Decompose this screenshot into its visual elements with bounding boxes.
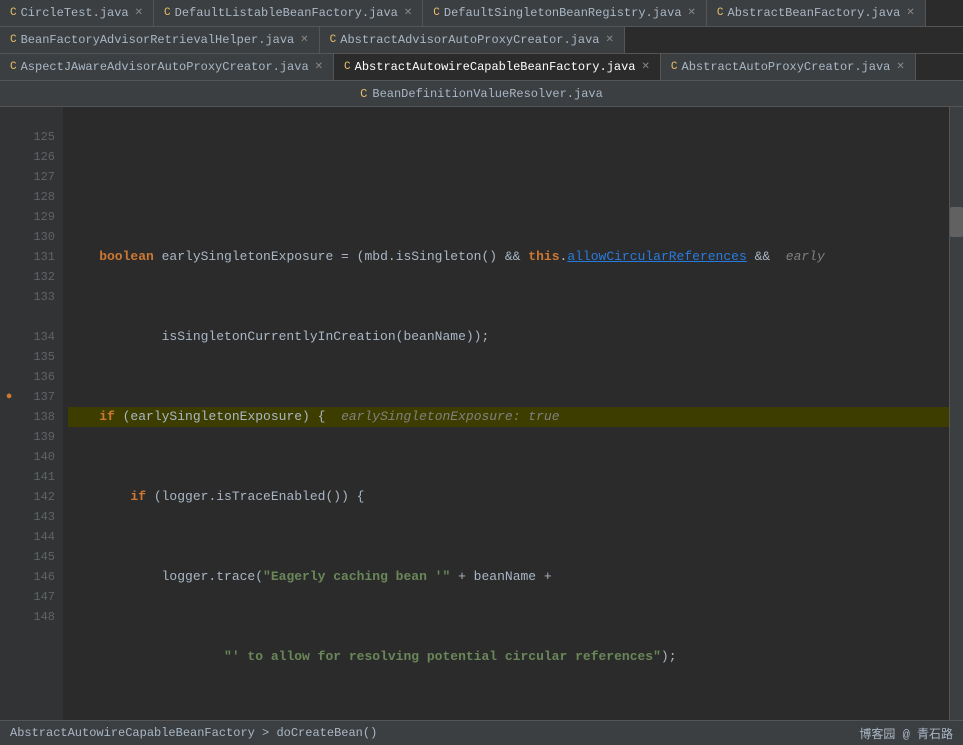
status-method: doCreateBean()	[276, 726, 377, 740]
tab-row-3: C AspectJAwareAdvisorAutoProxyCreator.ja…	[0, 54, 963, 81]
tab-label-abstractautowire: AbstractAutowireCapableBeanFactory.java	[355, 60, 636, 74]
tab-beanfactoryadvisor[interactable]: C BeanFactoryAdvisorRetrievalHelper.java…	[0, 27, 320, 53]
tab-label-abstractautoproxy: AbstractAutoProxyCreator.java	[682, 60, 891, 74]
tab-icon-c7: C	[10, 61, 17, 73]
file-icon: C	[360, 87, 367, 101]
close-abstractadvisorauto[interactable]: ✕	[606, 34, 614, 46]
code-line-129: logger.trace("Eagerly caching bean '" + …	[68, 567, 949, 587]
tab-label-abstractbeanfactory: AbstractBeanFactory.java	[728, 6, 901, 20]
tab-label-abstractadvisorauto: AbstractAdvisorAutoProxyCreator.java	[340, 33, 599, 47]
tab-circletest[interactable]: C CircleTest.java ✕	[0, 0, 154, 26]
status-class: AbstractAutowireCapableBeanFactory	[10, 726, 255, 740]
filename-label: BeanDefinitionValueResolver.java	[372, 87, 602, 101]
filename-bar: C BeanDefinitionValueResolver.java	[0, 81, 963, 107]
tab-icon-c2: C	[164, 7, 171, 19]
tab-icon-c1: C	[10, 7, 17, 19]
tab-icon-c3: C	[433, 7, 440, 19]
tab-abstractbeanfactory[interactable]: C AbstractBeanFactory.java ✕	[707, 0, 926, 26]
gutter-icons: ●	[0, 107, 18, 720]
status-bar: AbstractAutowireCapableBeanFactory > doC…	[0, 720, 963, 745]
tab-defaultlistable[interactable]: C DefaultListableBeanFactory.java ✕	[154, 0, 423, 26]
close-abstractbeanfactory[interactable]: ✕	[906, 7, 914, 19]
tab-label-circletest: CircleTest.java	[21, 6, 129, 20]
line-numbers: 125 126 127 128 129 130 131 132 133 134 …	[18, 107, 63, 720]
tab-abstractautoproxy[interactable]: C AbstractAutoProxyCreator.java ✕	[661, 54, 916, 80]
tab-defaultsingleton[interactable]: C DefaultSingletonBeanRegistry.java ✕	[423, 0, 707, 26]
code-line-127: if (earlySingletonExposure) { earlySingl…	[68, 407, 949, 427]
status-right: 博客园 @ 青石路	[859, 725, 953, 742]
code-line-126: isSingletonCurrentlyInCreation(beanName)…	[68, 327, 949, 347]
tab-abstractautowire[interactable]: C AbstractAutowireCapableBeanFactory.jav…	[334, 54, 661, 80]
tab-label-beanfactoryadvisor: BeanFactoryAdvisorRetrievalHelper.java	[21, 33, 295, 47]
code-area: ● 125 126 127 128 129 130 131 132 133 13…	[0, 107, 963, 720]
tab-row-1: C CircleTest.java ✕ C DefaultListableBea…	[0, 0, 963, 27]
code-line-130: "' to allow for resolving potential circ…	[68, 647, 949, 667]
status-separator: >	[262, 726, 276, 740]
close-defaultlistable[interactable]: ✕	[404, 7, 412, 19]
close-abstractautoproxy[interactable]: ✕	[896, 61, 904, 73]
vertical-scrollbar[interactable]	[949, 107, 963, 720]
close-abstractautowire[interactable]: ✕	[642, 61, 650, 73]
status-left: AbstractAutowireCapableBeanFactory > doC…	[10, 726, 377, 740]
tab-icon-c8: C	[344, 61, 351, 73]
close-beanfactoryadvisor[interactable]: ✕	[300, 34, 308, 46]
close-circletest[interactable]: ✕	[135, 7, 143, 19]
tab-row-2: C BeanFactoryAdvisorRetrievalHelper.java…	[0, 27, 963, 54]
code-line-blank	[68, 167, 949, 187]
tab-icon-c5: C	[10, 34, 17, 46]
tab-aspectjaware[interactable]: C AspectJAwareAdvisorAutoProxyCreator.ja…	[0, 54, 334, 80]
tab-abstractadvisorauto[interactable]: C AbstractAdvisorAutoProxyCreator.java ✕	[320, 27, 625, 53]
tab-bar: C CircleTest.java ✕ C DefaultListableBea…	[0, 0, 963, 81]
tab-icon-c9: C	[671, 61, 678, 73]
code-line-128: if (logger.isTraceEnabled()) {	[68, 487, 949, 507]
tab-label-aspectjaware: AspectJAwareAdvisorAutoProxyCreator.java	[21, 60, 309, 74]
tab-icon-c4: C	[717, 7, 724, 19]
close-aspectjaware[interactable]: ✕	[315, 61, 323, 73]
code-content[interactable]: boolean earlySingletonExposure = (mbd.is…	[63, 107, 949, 720]
scrollbar-thumb[interactable]	[950, 207, 963, 237]
code-line-125: boolean earlySingletonExposure = (mbd.is…	[68, 247, 949, 267]
close-defaultsingleton[interactable]: ✕	[688, 7, 696, 19]
tab-label-defaultlistable: DefaultListableBeanFactory.java	[175, 6, 398, 20]
tab-label-defaultsingleton: DefaultSingletonBeanRegistry.java	[444, 6, 682, 20]
tab-icon-c6: C	[330, 34, 337, 46]
